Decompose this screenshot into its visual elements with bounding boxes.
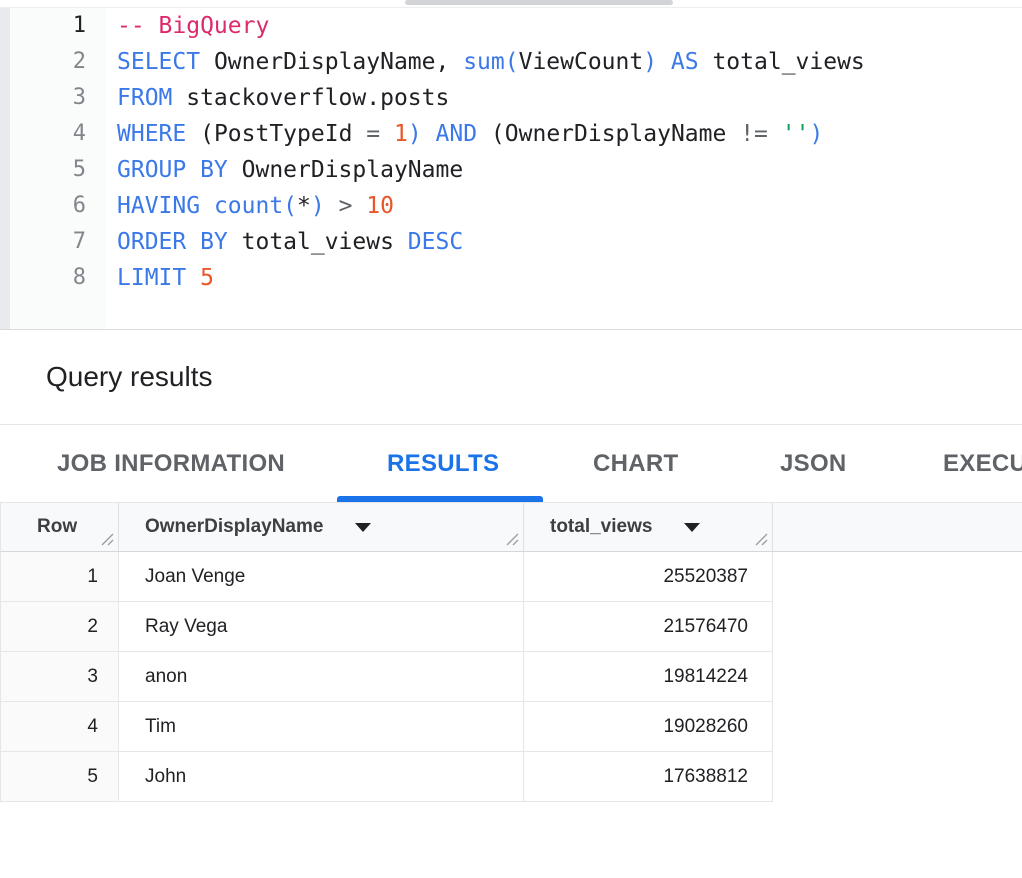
table-row: 3anon19814224 [1,652,773,702]
sort-dropdown-icon[interactable] [355,523,371,532]
code-token-id: * [297,193,311,219]
results-table: Row OwnerDisplayName total_views [0,502,1022,802]
column-header-total-views: total_views [524,503,773,551]
code-token-op: != [740,121,782,147]
code-line[interactable]: GROUP BY OwnerDisplayName [117,152,1022,188]
table-row: 5John17638812 [1,752,773,802]
code-line[interactable]: WHERE (PostTypeId = 1) AND (OwnerDisplay… [117,116,1022,152]
code-line[interactable]: LIMIT 5 [117,260,1022,296]
sql-editor: 12345678 -- BigQuerySELECT OwnerDisplayN… [0,0,1022,330]
total-views-cell: 17638812 [524,752,773,801]
column-resize-handle[interactable] [754,532,769,547]
total-views-cell: 19028260 [524,702,773,751]
table-row: 1Joan Venge25520387 [1,552,773,602]
code-token-kw: LIMIT [117,265,200,291]
line-number-gutter: 12345678 [10,8,106,329]
code-token-id: OwnerDisplayName, [200,49,463,75]
code-token-kw: ) [408,121,422,147]
code-line[interactable]: ORDER BY total_views DESC [117,224,1022,260]
line-number: 2 [10,44,106,80]
code-token-str: '' [782,121,810,147]
code-token-kw: GROUP BY [117,157,228,183]
code-token-op: > [325,193,367,219]
total-views-cell: 21576470 [524,602,773,651]
tab-chart[interactable]: CHART [593,425,679,502]
table-row: 4Tim19028260 [1,702,773,752]
code-token-kw: sum( [463,49,518,75]
owner-display-name-cell: Joan Venge [119,552,524,601]
line-number: 1 [10,8,106,44]
code-token-id: OwnerDisplayName [228,157,463,183]
code-token-kw: ) [809,121,823,147]
tab-json[interactable]: JSON [780,425,847,502]
editor-left-margin [0,8,10,329]
code-line[interactable]: SELECT OwnerDisplayName, sum(ViewCount) … [117,44,1022,80]
code-token-id: (OwnerDisplayName [477,121,740,147]
tab-execution-details[interactable]: EXECUTION DETAILS [943,425,1022,502]
tab-results[interactable]: RESULTS [387,425,499,502]
total-views-cell: 25520387 [524,552,773,601]
code-token-kw: AND [422,121,477,147]
row-number-cell: 1 [1,552,119,601]
table-row: 2Ray Vega21576470 [1,602,773,652]
owner-display-name-cell: Tim [119,702,524,751]
code-token-id: total_views [699,49,865,75]
code-token-kw: HAVING [117,193,214,219]
code-token-num: 10 [366,193,394,219]
bigquery-results-panel: 12345678 -- BigQuerySELECT OwnerDisplayN… [0,0,1022,878]
column-resize-handle[interactable] [100,532,115,547]
code-token-cm: -- BigQuery [117,13,269,39]
code-token-id: ViewCount [519,49,644,75]
column-resize-handle[interactable] [505,532,520,547]
line-number: 3 [10,80,106,116]
row-number-cell: 2 [1,602,119,651]
column-header-ownerdisplayname: OwnerDisplayName [119,503,524,551]
sort-dropdown-icon[interactable] [684,523,700,532]
code-line[interactable]: FROM stackoverflow.posts [117,80,1022,116]
table-header-row: Row OwnerDisplayName total_views [0,502,1022,552]
row-number-cell: 3 [1,652,119,701]
row-number-cell: 5 [1,752,119,801]
code-editor[interactable]: -- BigQuery SELECT OwnerDisplayName, sum(… [106,8,1022,329]
code-token-id: stackoverflow.posts [172,85,449,111]
line-number: 4 [10,116,106,152]
line-number: 7 [10,224,106,260]
code-token-kw: FROM [117,85,172,111]
code-token-num: 1 [394,121,408,147]
column-header-row: Row [1,503,119,551]
row-number-cell: 4 [1,702,119,751]
tab-job-information[interactable]: JOB INFORMATION [57,425,285,502]
code-token-kw: count( [214,193,297,219]
code-token-id: (PostTypeId [186,121,366,147]
code-token-kw: DESC [394,229,463,255]
editor-body: 12345678 -- BigQuerySELECT OwnerDisplayN… [0,8,1022,330]
code-token-id: total_views [228,229,394,255]
code-line[interactable]: -- BigQuery [117,8,1022,44]
column-header-empty [773,503,1022,551]
total-views-cell: 19814224 [524,652,773,701]
code-token-kw: WHERE [117,121,186,147]
active-tab-indicator [337,496,543,502]
code-token-kw: SELECT [117,49,200,75]
editor-top-strip [0,0,1022,8]
line-number: 8 [10,260,106,296]
owner-display-name-cell: anon [119,652,524,701]
page-title: Query results [46,361,213,393]
code-token-kw: ) [311,193,325,219]
code-line[interactable]: HAVING count(*) > 10 [117,188,1022,224]
owner-display-name-cell: John [119,752,524,801]
line-number: 6 [10,188,106,224]
results-tabs: JOB INFORMATION RESULTS CHART JSON EXECU… [0,425,1022,502]
owner-display-name-cell: Ray Vega [119,602,524,651]
query-results-header: Query results [0,330,1022,425]
code-token-kw: ORDER BY [117,229,228,255]
code-token-op: = [366,121,394,147]
table-body: 1Joan Venge255203872Ray Vega215764703ano… [0,552,773,802]
code-token-kw: ) AS [643,49,698,75]
code-token-num: 5 [200,265,214,291]
line-number: 5 [10,152,106,188]
horizontal-scrollbar-thumb[interactable] [405,0,673,5]
